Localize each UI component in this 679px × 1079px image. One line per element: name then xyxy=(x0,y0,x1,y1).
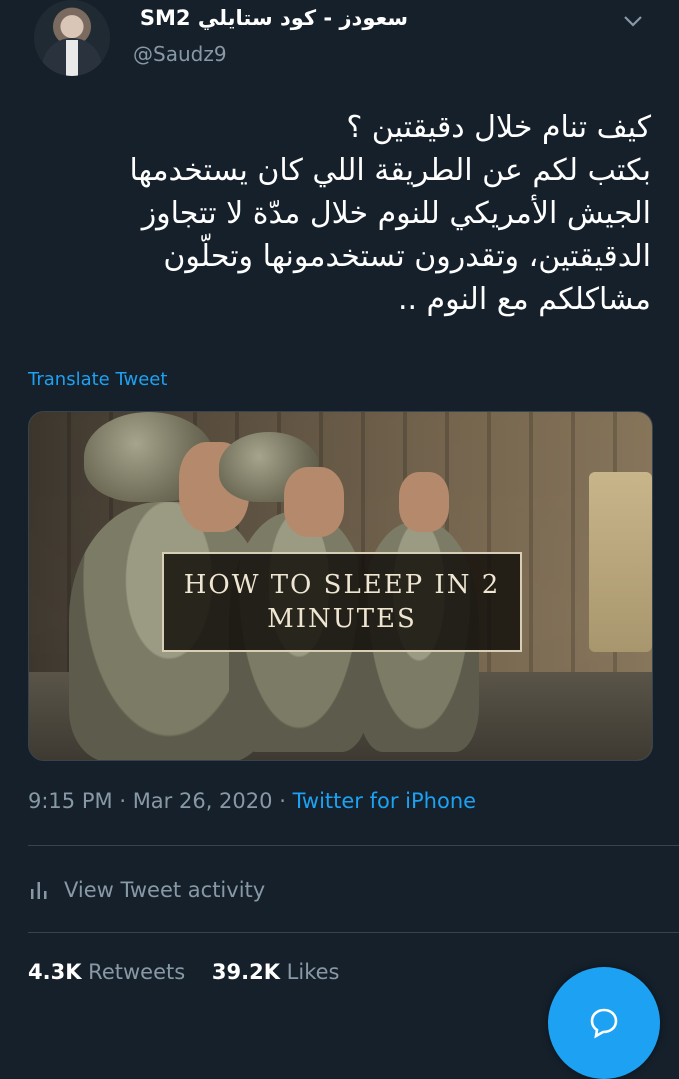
media-caption-line: HOW TO SLEEP IN 2 xyxy=(183,570,501,600)
meta-separator: · xyxy=(279,789,286,813)
divider xyxy=(28,845,679,846)
likes-count: 39.2K xyxy=(211,960,280,984)
tweet-source-link[interactable]: Twitter for iPhone xyxy=(293,789,477,813)
divider xyxy=(28,932,679,933)
tweet-media-image[interactable]: HOW TO SLEEP IN 2 MINUTES xyxy=(28,411,653,761)
meta-separator: · xyxy=(119,789,126,813)
retweets-stat[interactable]: 4.3K Retweets xyxy=(28,960,185,984)
view-tweet-activity-label: View Tweet activity xyxy=(64,878,266,902)
avatar[interactable] xyxy=(34,0,110,76)
compose-reply-button[interactable] xyxy=(548,967,660,1079)
chevron-down-icon[interactable] xyxy=(621,12,645,30)
tweet-line: بكتب لكم عن الطريقة اللي كان يستخدمها xyxy=(129,153,651,188)
tweet-date: Mar 26, 2020 xyxy=(132,789,273,813)
tweet-meta: 9:15 PM · Mar 26, 2020 · Twitter for iPh… xyxy=(28,789,476,813)
tweet-line: الجيش الأمريكي للنوم خلال مدّة لا تتجاوز xyxy=(141,196,651,231)
tweet-text: كيف تنام خلال دقيقتين ؟ بكتب لكم عن الطر… xyxy=(26,106,651,321)
tweet-stats: 4.3K Retweets 39.2K Likes xyxy=(28,960,339,984)
tweet-line: الدقيقتين، وتقدرون تستخدمونها وتحلّون xyxy=(163,239,651,274)
tweet-line: كيف تنام خلال دقيقتين ؟ xyxy=(346,110,651,145)
media-caption-box: HOW TO SLEEP IN 2 MINUTES xyxy=(162,552,522,652)
tweet-time: 9:15 PM xyxy=(28,789,113,813)
media-caption-line: MINUTES xyxy=(267,604,417,634)
retweets-count: 4.3K xyxy=(28,960,82,984)
tweet-line: مشاكلكم مع النوم .. xyxy=(397,282,651,317)
retweets-label: Retweets xyxy=(88,960,186,984)
media-face xyxy=(284,467,344,537)
likes-label: Likes xyxy=(286,960,340,984)
view-tweet-activity-button[interactable]: View Tweet activity xyxy=(28,875,265,905)
translate-tweet-link[interactable]: Translate Tweet xyxy=(28,369,167,390)
avatar-shirt xyxy=(66,40,78,76)
media-face xyxy=(399,472,449,532)
media-vehicle xyxy=(589,472,652,652)
likes-stat[interactable]: 39.2K Likes xyxy=(212,960,340,984)
author-display-name[interactable]: سعودز - كود ستايلي SM2 xyxy=(140,6,408,30)
reply-icon xyxy=(590,1008,618,1039)
bar-chart-icon xyxy=(31,882,47,899)
author-handle[interactable]: @Saudz9 xyxy=(133,42,227,66)
